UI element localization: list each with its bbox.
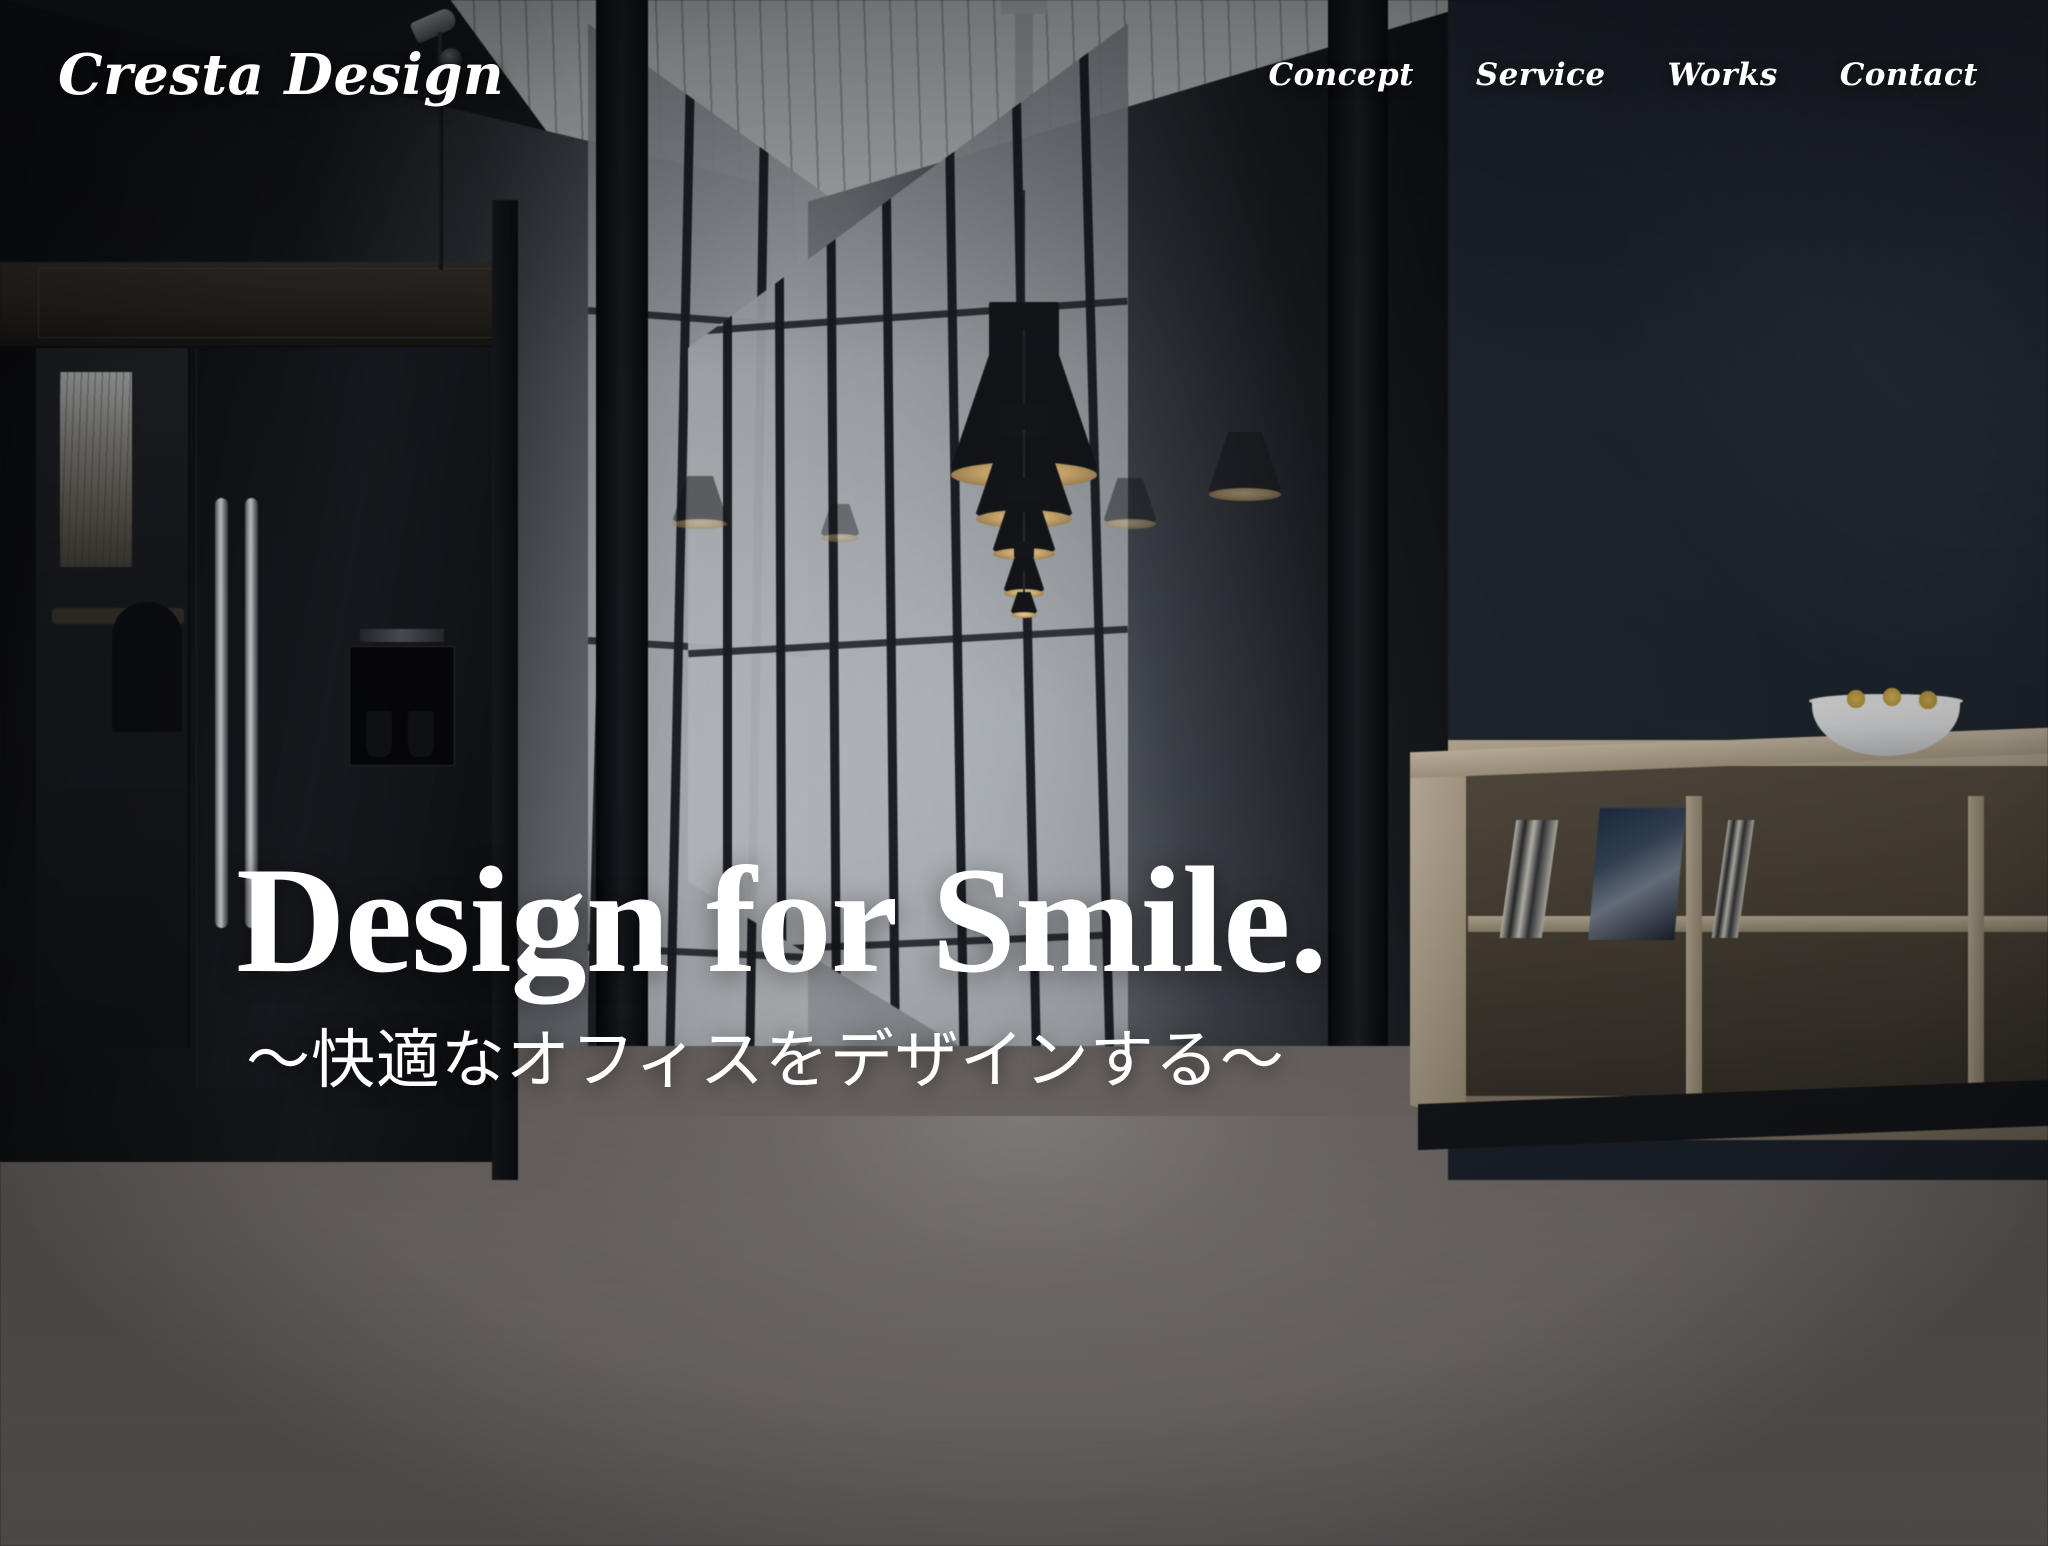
wooden-credenza — [1410, 727, 2048, 1151]
hero-title: Design for Smile. — [236, 836, 1328, 1004]
pantry-transom — [0, 262, 510, 347]
site-logo[interactable]: Cresta Design — [58, 47, 504, 103]
site-header: Cresta Design Concept Service Works Cont… — [0, 0, 2048, 150]
hero-copy: Design for Smile. 〜快適なオフィスをデザインする〜 — [236, 836, 1328, 1099]
credenza-body — [1448, 766, 2048, 1096]
nav-link-contact[interactable]: Contact — [1840, 57, 1978, 93]
nav-link-service[interactable]: Service — [1476, 57, 1606, 93]
fridge-handle — [215, 498, 228, 928]
hero-background-photo — [0, 0, 2048, 1546]
nav-link-concept[interactable]: Concept — [1269, 57, 1414, 93]
nav-link-works[interactable]: Works — [1667, 57, 1777, 93]
credenza-side-panel — [1410, 752, 1466, 1124]
fruit — [1840, 686, 1952, 712]
picture-frame — [1588, 808, 1686, 940]
water-dispenser — [349, 629, 455, 766]
floor-reflection — [574, 1116, 1474, 1546]
right-structural-column — [1328, 0, 1388, 1190]
hero-subtitle: 〜快適なオフィスをデザインする〜 — [246, 1024, 1285, 1099]
hero-section: Cresta Design Concept Service Works Cont… — [0, 0, 2048, 1546]
main-navigation: Concept Service Works Contact — [1269, 57, 1988, 93]
window-view — [60, 372, 132, 567]
chair-silhouette — [112, 602, 182, 732]
